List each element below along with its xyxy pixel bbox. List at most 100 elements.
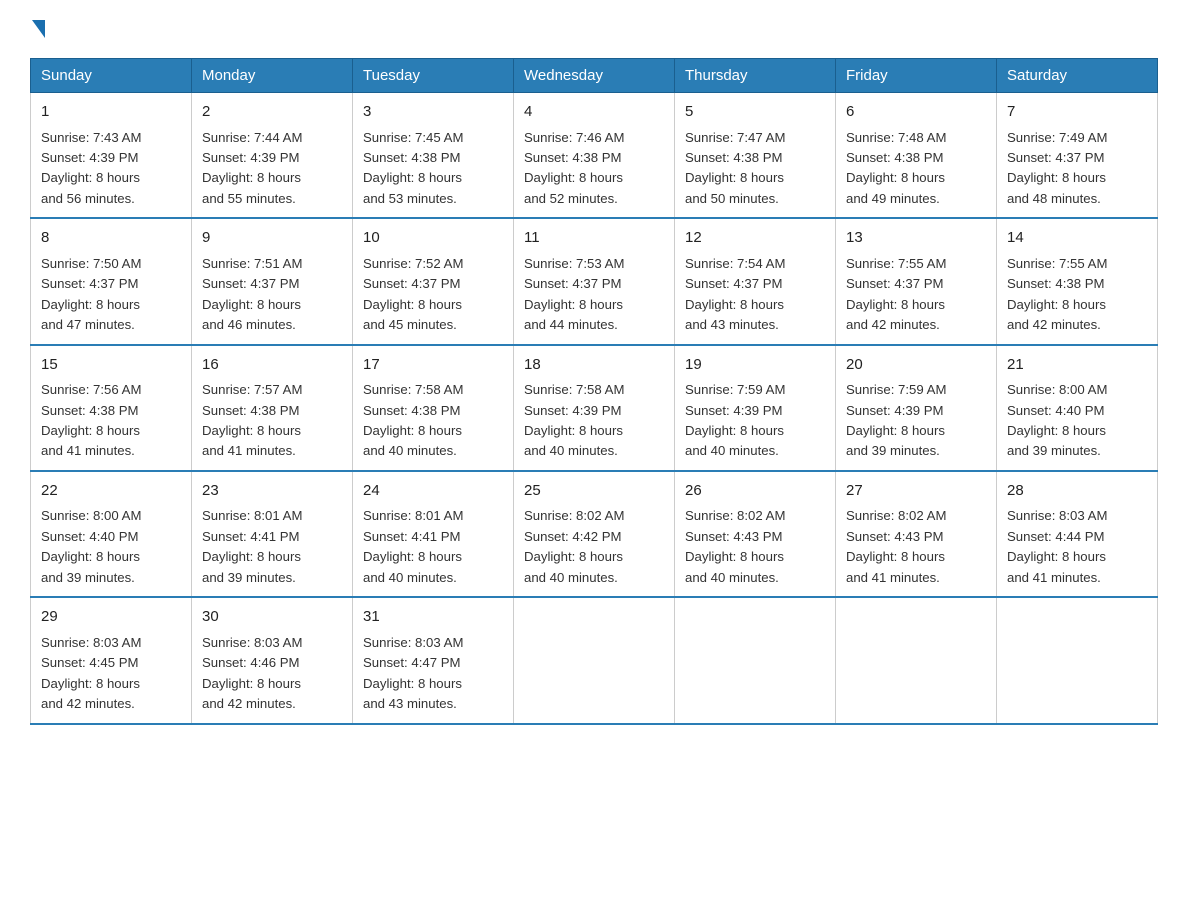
weekday-header-thursday: Thursday <box>675 59 836 93</box>
day-info: Sunrise: 7:55 AMSunset: 4:37 PMDaylight:… <box>846 254 986 336</box>
day-number: 9 <box>202 227 342 250</box>
calendar-cell <box>514 597 675 723</box>
day-info: Sunrise: 7:45 AMSunset: 4:38 PMDaylight:… <box>363 128 503 210</box>
day-info: Sunrise: 8:03 AMSunset: 4:46 PMDaylight:… <box>202 633 342 715</box>
calendar-week-row: 29 Sunrise: 8:03 AMSunset: 4:45 PMDaylig… <box>31 597 1158 723</box>
day-number: 18 <box>524 354 664 377</box>
calendar-table: SundayMondayTuesdayWednesdayThursdayFrid… <box>30 58 1158 725</box>
day-number: 25 <box>524 480 664 503</box>
calendar-cell: 4 Sunrise: 7:46 AMSunset: 4:38 PMDayligh… <box>514 93 675 219</box>
day-info: Sunrise: 8:02 AMSunset: 4:42 PMDaylight:… <box>524 506 664 588</box>
day-number: 15 <box>41 354 181 377</box>
day-number: 20 <box>846 354 986 377</box>
calendar-cell: 6 Sunrise: 7:48 AMSunset: 4:38 PMDayligh… <box>836 93 997 219</box>
calendar-cell <box>997 597 1158 723</box>
day-number: 24 <box>363 480 503 503</box>
calendar-cell: 1 Sunrise: 7:43 AMSunset: 4:39 PMDayligh… <box>31 93 192 219</box>
calendar-week-row: 1 Sunrise: 7:43 AMSunset: 4:39 PMDayligh… <box>31 93 1158 219</box>
day-number: 27 <box>846 480 986 503</box>
calendar-cell <box>836 597 997 723</box>
calendar-cell: 11 Sunrise: 7:53 AMSunset: 4:37 PMDaylig… <box>514 218 675 344</box>
day-info: Sunrise: 8:00 AMSunset: 4:40 PMDaylight:… <box>1007 380 1147 462</box>
day-info: Sunrise: 7:54 AMSunset: 4:37 PMDaylight:… <box>685 254 825 336</box>
day-number: 19 <box>685 354 825 377</box>
day-info: Sunrise: 7:53 AMSunset: 4:37 PMDaylight:… <box>524 254 664 336</box>
day-info: Sunrise: 8:01 AMSunset: 4:41 PMDaylight:… <box>202 506 342 588</box>
day-info: Sunrise: 8:03 AMSunset: 4:44 PMDaylight:… <box>1007 506 1147 588</box>
day-number: 29 <box>41 606 181 629</box>
calendar-cell: 21 Sunrise: 8:00 AMSunset: 4:40 PMDaylig… <box>997 345 1158 471</box>
calendar-header: SundayMondayTuesdayWednesdayThursdayFrid… <box>31 59 1158 93</box>
calendar-cell: 2 Sunrise: 7:44 AMSunset: 4:39 PMDayligh… <box>192 93 353 219</box>
weekday-header-row: SundayMondayTuesdayWednesdayThursdayFrid… <box>31 59 1158 93</box>
calendar-week-row: 8 Sunrise: 7:50 AMSunset: 4:37 PMDayligh… <box>31 218 1158 344</box>
day-number: 31 <box>363 606 503 629</box>
calendar-cell: 8 Sunrise: 7:50 AMSunset: 4:37 PMDayligh… <box>31 218 192 344</box>
day-number: 8 <box>41 227 181 250</box>
calendar-cell: 23 Sunrise: 8:01 AMSunset: 4:41 PMDaylig… <box>192 471 353 597</box>
weekday-header-saturday: Saturday <box>997 59 1158 93</box>
calendar-cell: 24 Sunrise: 8:01 AMSunset: 4:41 PMDaylig… <box>353 471 514 597</box>
day-info: Sunrise: 7:56 AMSunset: 4:38 PMDaylight:… <box>41 380 181 462</box>
calendar-cell: 9 Sunrise: 7:51 AMSunset: 4:37 PMDayligh… <box>192 218 353 344</box>
day-number: 5 <box>685 101 825 124</box>
day-number: 13 <box>846 227 986 250</box>
day-info: Sunrise: 7:55 AMSunset: 4:38 PMDaylight:… <box>1007 254 1147 336</box>
day-info: Sunrise: 8:02 AMSunset: 4:43 PMDaylight:… <box>685 506 825 588</box>
day-info: Sunrise: 7:47 AMSunset: 4:38 PMDaylight:… <box>685 128 825 210</box>
calendar-cell: 31 Sunrise: 8:03 AMSunset: 4:47 PMDaylig… <box>353 597 514 723</box>
day-number: 12 <box>685 227 825 250</box>
day-info: Sunrise: 8:00 AMSunset: 4:40 PMDaylight:… <box>41 506 181 588</box>
day-number: 16 <box>202 354 342 377</box>
day-info: Sunrise: 7:59 AMSunset: 4:39 PMDaylight:… <box>685 380 825 462</box>
weekday-header-wednesday: Wednesday <box>514 59 675 93</box>
day-number: 3 <box>363 101 503 124</box>
day-number: 6 <box>846 101 986 124</box>
calendar-cell: 5 Sunrise: 7:47 AMSunset: 4:38 PMDayligh… <box>675 93 836 219</box>
day-info: Sunrise: 7:49 AMSunset: 4:37 PMDaylight:… <box>1007 128 1147 210</box>
calendar-cell: 27 Sunrise: 8:02 AMSunset: 4:43 PMDaylig… <box>836 471 997 597</box>
calendar-cell: 10 Sunrise: 7:52 AMSunset: 4:37 PMDaylig… <box>353 218 514 344</box>
day-info: Sunrise: 8:03 AMSunset: 4:47 PMDaylight:… <box>363 633 503 715</box>
day-info: Sunrise: 8:01 AMSunset: 4:41 PMDaylight:… <box>363 506 503 588</box>
calendar-cell: 12 Sunrise: 7:54 AMSunset: 4:37 PMDaylig… <box>675 218 836 344</box>
day-info: Sunrise: 7:57 AMSunset: 4:38 PMDaylight:… <box>202 380 342 462</box>
day-info: Sunrise: 7:51 AMSunset: 4:37 PMDaylight:… <box>202 254 342 336</box>
day-info: Sunrise: 7:58 AMSunset: 4:38 PMDaylight:… <box>363 380 503 462</box>
day-number: 17 <box>363 354 503 377</box>
day-number: 23 <box>202 480 342 503</box>
weekday-header-monday: Monday <box>192 59 353 93</box>
calendar-cell: 16 Sunrise: 7:57 AMSunset: 4:38 PMDaylig… <box>192 345 353 471</box>
calendar-cell: 13 Sunrise: 7:55 AMSunset: 4:37 PMDaylig… <box>836 218 997 344</box>
calendar-cell: 29 Sunrise: 8:03 AMSunset: 4:45 PMDaylig… <box>31 597 192 723</box>
calendar-cell: 14 Sunrise: 7:55 AMSunset: 4:38 PMDaylig… <box>997 218 1158 344</box>
calendar-body: 1 Sunrise: 7:43 AMSunset: 4:39 PMDayligh… <box>31 93 1158 724</box>
day-info: Sunrise: 7:59 AMSunset: 4:39 PMDaylight:… <box>846 380 986 462</box>
day-info: Sunrise: 7:48 AMSunset: 4:38 PMDaylight:… <box>846 128 986 210</box>
day-number: 10 <box>363 227 503 250</box>
calendar-cell: 18 Sunrise: 7:58 AMSunset: 4:39 PMDaylig… <box>514 345 675 471</box>
day-number: 21 <box>1007 354 1147 377</box>
day-number: 11 <box>524 227 664 250</box>
calendar-week-row: 22 Sunrise: 8:00 AMSunset: 4:40 PMDaylig… <box>31 471 1158 597</box>
day-number: 28 <box>1007 480 1147 503</box>
day-number: 4 <box>524 101 664 124</box>
calendar-cell <box>675 597 836 723</box>
calendar-cell: 19 Sunrise: 7:59 AMSunset: 4:39 PMDaylig… <box>675 345 836 471</box>
calendar-cell: 22 Sunrise: 8:00 AMSunset: 4:40 PMDaylig… <box>31 471 192 597</box>
day-info: Sunrise: 7:58 AMSunset: 4:39 PMDaylight:… <box>524 380 664 462</box>
weekday-header-tuesday: Tuesday <box>353 59 514 93</box>
calendar-cell: 30 Sunrise: 8:03 AMSunset: 4:46 PMDaylig… <box>192 597 353 723</box>
calendar-cell: 17 Sunrise: 7:58 AMSunset: 4:38 PMDaylig… <box>353 345 514 471</box>
calendar-cell: 20 Sunrise: 7:59 AMSunset: 4:39 PMDaylig… <box>836 345 997 471</box>
calendar-cell: 28 Sunrise: 8:03 AMSunset: 4:44 PMDaylig… <box>997 471 1158 597</box>
day-info: Sunrise: 7:43 AMSunset: 4:39 PMDaylight:… <box>41 128 181 210</box>
day-info: Sunrise: 8:02 AMSunset: 4:43 PMDaylight:… <box>846 506 986 588</box>
weekday-header-friday: Friday <box>836 59 997 93</box>
day-number: 14 <box>1007 227 1147 250</box>
day-info: Sunrise: 8:03 AMSunset: 4:45 PMDaylight:… <box>41 633 181 715</box>
day-number: 22 <box>41 480 181 503</box>
calendar-cell: 3 Sunrise: 7:45 AMSunset: 4:38 PMDayligh… <box>353 93 514 219</box>
calendar-week-row: 15 Sunrise: 7:56 AMSunset: 4:38 PMDaylig… <box>31 345 1158 471</box>
calendar-cell: 7 Sunrise: 7:49 AMSunset: 4:37 PMDayligh… <box>997 93 1158 219</box>
